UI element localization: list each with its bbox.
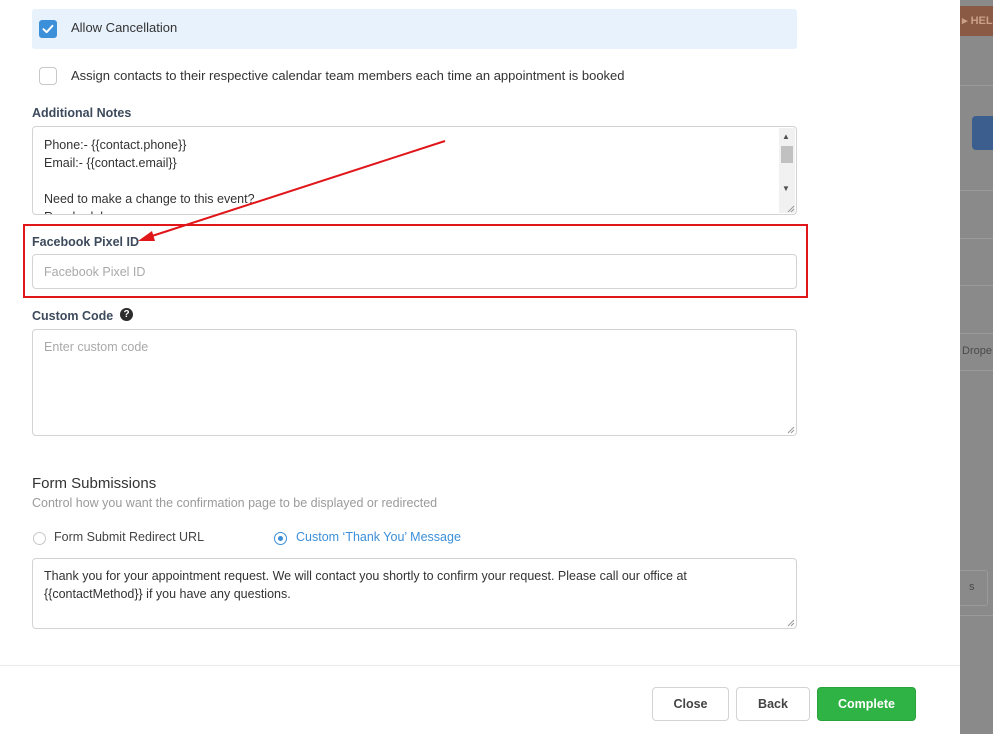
calendar-settings-modal: Allow Cancellation Assign contacts to th… — [0, 0, 960, 734]
complete-button[interactable]: Complete — [817, 687, 916, 721]
additional-notes-textarea[interactable]: Phone:- {{contact.phone}} Email:- {{cont… — [32, 126, 797, 215]
allow-cancellation-row[interactable]: Allow Cancellation — [32, 9, 797, 49]
resize-grip-icon[interactable] — [785, 617, 795, 627]
back-button[interactable]: Back — [736, 687, 810, 721]
footer-divider — [0, 665, 960, 666]
close-button[interactable]: Close — [652, 687, 729, 721]
background-divider — [960, 85, 993, 86]
background-help-text: HEL — [970, 15, 993, 27]
background-dropdown-text: Drope — [962, 345, 992, 357]
background-divider — [960, 333, 993, 334]
scroll-down-icon[interactable]: ▼ — [782, 185, 790, 193]
notes-scrollbar[interactable]: ▲ ▼ — [779, 128, 795, 213]
background-divider — [960, 285, 993, 286]
thank-you-message-label[interactable]: Custom ‘Thank You’ Message — [296, 530, 461, 544]
background-divider — [960, 615, 993, 616]
background-input: s — [960, 570, 988, 606]
background-button — [972, 116, 993, 150]
background-divider — [960, 190, 993, 191]
question-circle-icon[interactable]: ? — [120, 308, 133, 321]
thank-you-message-value: Thank you for your appointment request. … — [44, 569, 687, 601]
additional-notes-value: Phone:- {{contact.phone}} Email:- {{cont… — [44, 138, 255, 214]
highlight-box — [23, 224, 808, 298]
assign-contacts-checkbox[interactable] — [39, 67, 57, 85]
redirect-url-label[interactable]: Form Submit Redirect URL — [54, 530, 204, 544]
additional-notes-label: Additional Notes — [32, 106, 132, 120]
allow-cancellation-label: Allow Cancellation — [71, 20, 178, 35]
resize-grip-icon[interactable] — [785, 424, 795, 434]
background-input-text: s — [969, 581, 975, 593]
background-divider — [960, 370, 993, 371]
custom-code-label: Custom Code — [32, 309, 114, 323]
form-submissions-subtitle: Control how you want the confirmation pa… — [32, 496, 438, 510]
form-submissions-title: Form Submissions — [32, 475, 157, 492]
allow-cancellation-checkbox[interactable] — [39, 20, 57, 38]
thank-you-message-textarea[interactable]: Thank you for your appointment request. … — [32, 558, 797, 629]
background-page: ▸ HEL Drope s — [960, 0, 993, 734]
background-help-button: ▸ HEL — [960, 6, 993, 36]
checkmark-icon — [42, 24, 54, 34]
resize-grip-icon[interactable] — [785, 203, 795, 213]
scrollbar-thumb[interactable] — [781, 146, 793, 163]
background-divider — [960, 238, 993, 239]
assign-contacts-label: Assign contacts to their respective cale… — [71, 68, 625, 83]
redirect-url-radio[interactable] — [33, 532, 46, 545]
custom-code-placeholder: Enter custom code — [44, 340, 149, 354]
custom-code-textarea[interactable]: Enter custom code — [32, 329, 797, 436]
scroll-up-icon[interactable]: ▲ — [782, 133, 790, 141]
thank-you-message-radio[interactable] — [274, 532, 287, 545]
